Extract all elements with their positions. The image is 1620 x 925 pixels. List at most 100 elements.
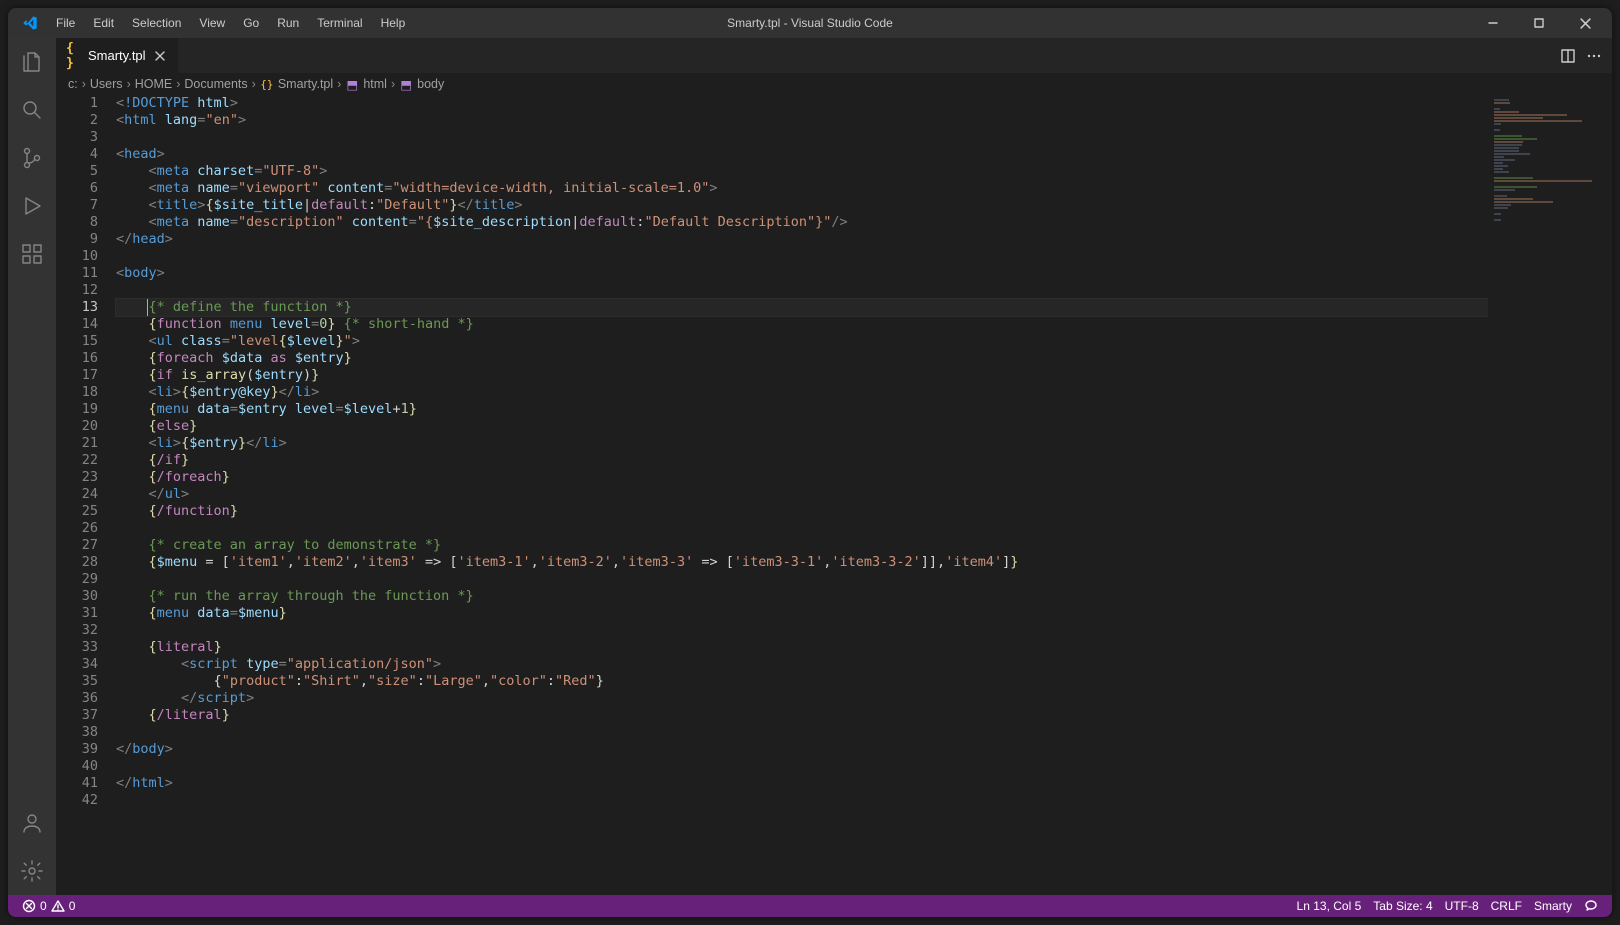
code-line[interactable]: <head>	[116, 146, 1488, 163]
minimize-button[interactable]	[1470, 8, 1516, 38]
chevron-right-icon: ›	[127, 77, 131, 91]
breadcrumb-item[interactable]: HOME	[135, 77, 173, 91]
status-cursor-position[interactable]: Ln 13, Col 5	[1291, 895, 1368, 917]
breadcrumb-item[interactable]: Users	[90, 77, 123, 91]
search-icon[interactable]	[8, 86, 56, 134]
code-area[interactable]: <!DOCTYPE html><html lang="en"> <head> <m…	[116, 95, 1488, 895]
menu-edit[interactable]: Edit	[85, 13, 122, 33]
code-line[interactable]: <!DOCTYPE html>	[116, 95, 1488, 112]
breadcrumb-item[interactable]: ⬒body	[399, 77, 444, 91]
code-line[interactable]	[116, 724, 1488, 741]
code-line[interactable]: {function menu level=0} {* short-hand *}	[116, 316, 1488, 333]
code-line[interactable]: <title>{$site_title|default:"Default"}</…	[116, 197, 1488, 214]
text-cursor	[147, 299, 148, 316]
menu-help[interactable]: Help	[373, 13, 414, 33]
code-line[interactable]: {* create an array to demonstrate *}	[116, 537, 1488, 554]
code-line[interactable]: {/foreach}	[116, 469, 1488, 486]
menu-file[interactable]: File	[48, 13, 83, 33]
tab-bar: { } Smarty.tpl	[56, 38, 1612, 73]
menu-go[interactable]: Go	[235, 13, 267, 33]
code-line[interactable]	[116, 622, 1488, 639]
code-line[interactable]	[116, 571, 1488, 588]
code-line[interactable]: {if is_array($entry)}	[116, 367, 1488, 384]
split-editor-icon[interactable]	[1556, 44, 1580, 68]
window-controls	[1470, 8, 1608, 38]
smarty-file-icon: {}	[260, 77, 274, 91]
status-feedback-icon[interactable]	[1578, 895, 1604, 917]
code-line[interactable]: {* define the function *}	[116, 299, 1488, 316]
code-line[interactable]: <body>	[116, 265, 1488, 282]
menubar: FileEditSelectionViewGoRunTerminalHelp	[48, 13, 413, 33]
symbol-icon: ⬒	[399, 77, 413, 91]
code-line[interactable]	[116, 282, 1488, 299]
code-line[interactable]: {"product":"Shirt","size":"Large","color…	[116, 673, 1488, 690]
tab-label: Smarty.tpl	[88, 48, 146, 63]
run-debug-icon[interactable]	[8, 182, 56, 230]
maximize-button[interactable]	[1516, 8, 1562, 38]
code-line[interactable]	[116, 792, 1488, 809]
code-line[interactable]: </ul>	[116, 486, 1488, 503]
extensions-icon[interactable]	[8, 230, 56, 278]
minimap[interactable]	[1488, 95, 1598, 895]
breadcrumb[interactable]: c:›Users›HOME›Documents›{}Smarty.tpl›⬒ht…	[56, 73, 1612, 95]
code-line[interactable]	[116, 129, 1488, 146]
tab-close-icon[interactable]	[152, 48, 168, 64]
close-button[interactable]	[1562, 8, 1608, 38]
code-line[interactable]: {menu data=$menu}	[116, 605, 1488, 622]
code-line[interactable]: <meta name="description" content="{$site…	[116, 214, 1488, 231]
titlebar: FileEditSelectionViewGoRunTerminalHelp S…	[8, 8, 1612, 38]
status-eol[interactable]: CRLF	[1485, 895, 1528, 917]
status-encoding[interactable]: UTF-8	[1439, 895, 1485, 917]
menu-selection[interactable]: Selection	[124, 13, 189, 33]
code-line[interactable]	[116, 520, 1488, 537]
code-line[interactable]: {else}	[116, 418, 1488, 435]
code-line[interactable]: {* run the array through the function *}	[116, 588, 1488, 605]
accounts-icon[interactable]	[8, 799, 56, 847]
breadcrumb-item[interactable]: {}Smarty.tpl	[260, 77, 333, 91]
code-line[interactable]: {$menu = ['item1','item2','item3' => ['i…	[116, 554, 1488, 571]
editor[interactable]: 1234567891011121314151617181920212223242…	[56, 95, 1612, 895]
code-line[interactable]: <li>{$entry}</li>	[116, 435, 1488, 452]
status-language[interactable]: Smarty	[1528, 895, 1578, 917]
code-line[interactable]: {/function}	[116, 503, 1488, 520]
code-line[interactable]: {/if}	[116, 452, 1488, 469]
code-line[interactable]: <meta name="viewport" content="width=dev…	[116, 180, 1488, 197]
code-line[interactable]: </html>	[116, 775, 1488, 792]
code-line[interactable]: </script>	[116, 690, 1488, 707]
code-line[interactable]: {/literal}	[116, 707, 1488, 724]
status-tab-size[interactable]: Tab Size: 4	[1367, 895, 1438, 917]
vscode-logo-icon	[22, 15, 38, 31]
line-number-gutter: 1234567891011121314151617181920212223242…	[56, 95, 116, 895]
code-line[interactable]: <meta charset="UTF-8">	[116, 163, 1488, 180]
code-line[interactable]	[116, 248, 1488, 265]
code-line[interactable]: </body>	[116, 741, 1488, 758]
breadcrumb-item[interactable]: ⬒html	[345, 77, 387, 91]
menu-run[interactable]: Run	[269, 13, 307, 33]
status-bar: 0 0 Ln 13, Col 5 Tab Size: 4 UTF-8 CRLF …	[8, 895, 1612, 917]
smarty-file-icon: { }	[66, 48, 82, 64]
explorer-icon[interactable]	[8, 38, 56, 86]
status-problems[interactable]: 0 0	[16, 895, 81, 917]
menu-terminal[interactable]: Terminal	[309, 13, 370, 33]
code-line[interactable]: <ul class="level{$level}">	[116, 333, 1488, 350]
menu-view[interactable]: View	[191, 13, 233, 33]
code-line[interactable]: <html lang="en">	[116, 112, 1488, 129]
settings-gear-icon[interactable]	[8, 847, 56, 895]
more-actions-icon[interactable]	[1582, 44, 1606, 68]
breadcrumb-item[interactable]: Documents	[184, 77, 247, 91]
chevron-right-icon: ›	[82, 77, 86, 91]
source-control-icon[interactable]	[8, 134, 56, 182]
chevron-right-icon: ›	[252, 77, 256, 91]
code-line[interactable]: <li>{$entry@key}</li>	[116, 384, 1488, 401]
code-line[interactable]: {literal}	[116, 639, 1488, 656]
code-line[interactable]	[116, 758, 1488, 775]
activity-bar	[8, 38, 56, 895]
code-line[interactable]: <script type="application/json">	[116, 656, 1488, 673]
breadcrumb-item[interactable]: c:	[68, 77, 78, 91]
scrollbar[interactable]	[1598, 95, 1612, 895]
code-line[interactable]: {menu data=$entry level=$level+1}	[116, 401, 1488, 418]
code-line[interactable]: </head>	[116, 231, 1488, 248]
editor-tab[interactable]: { } Smarty.tpl	[56, 38, 179, 73]
code-line[interactable]: {foreach $data as $entry}	[116, 350, 1488, 367]
chevron-right-icon: ›	[391, 77, 395, 91]
